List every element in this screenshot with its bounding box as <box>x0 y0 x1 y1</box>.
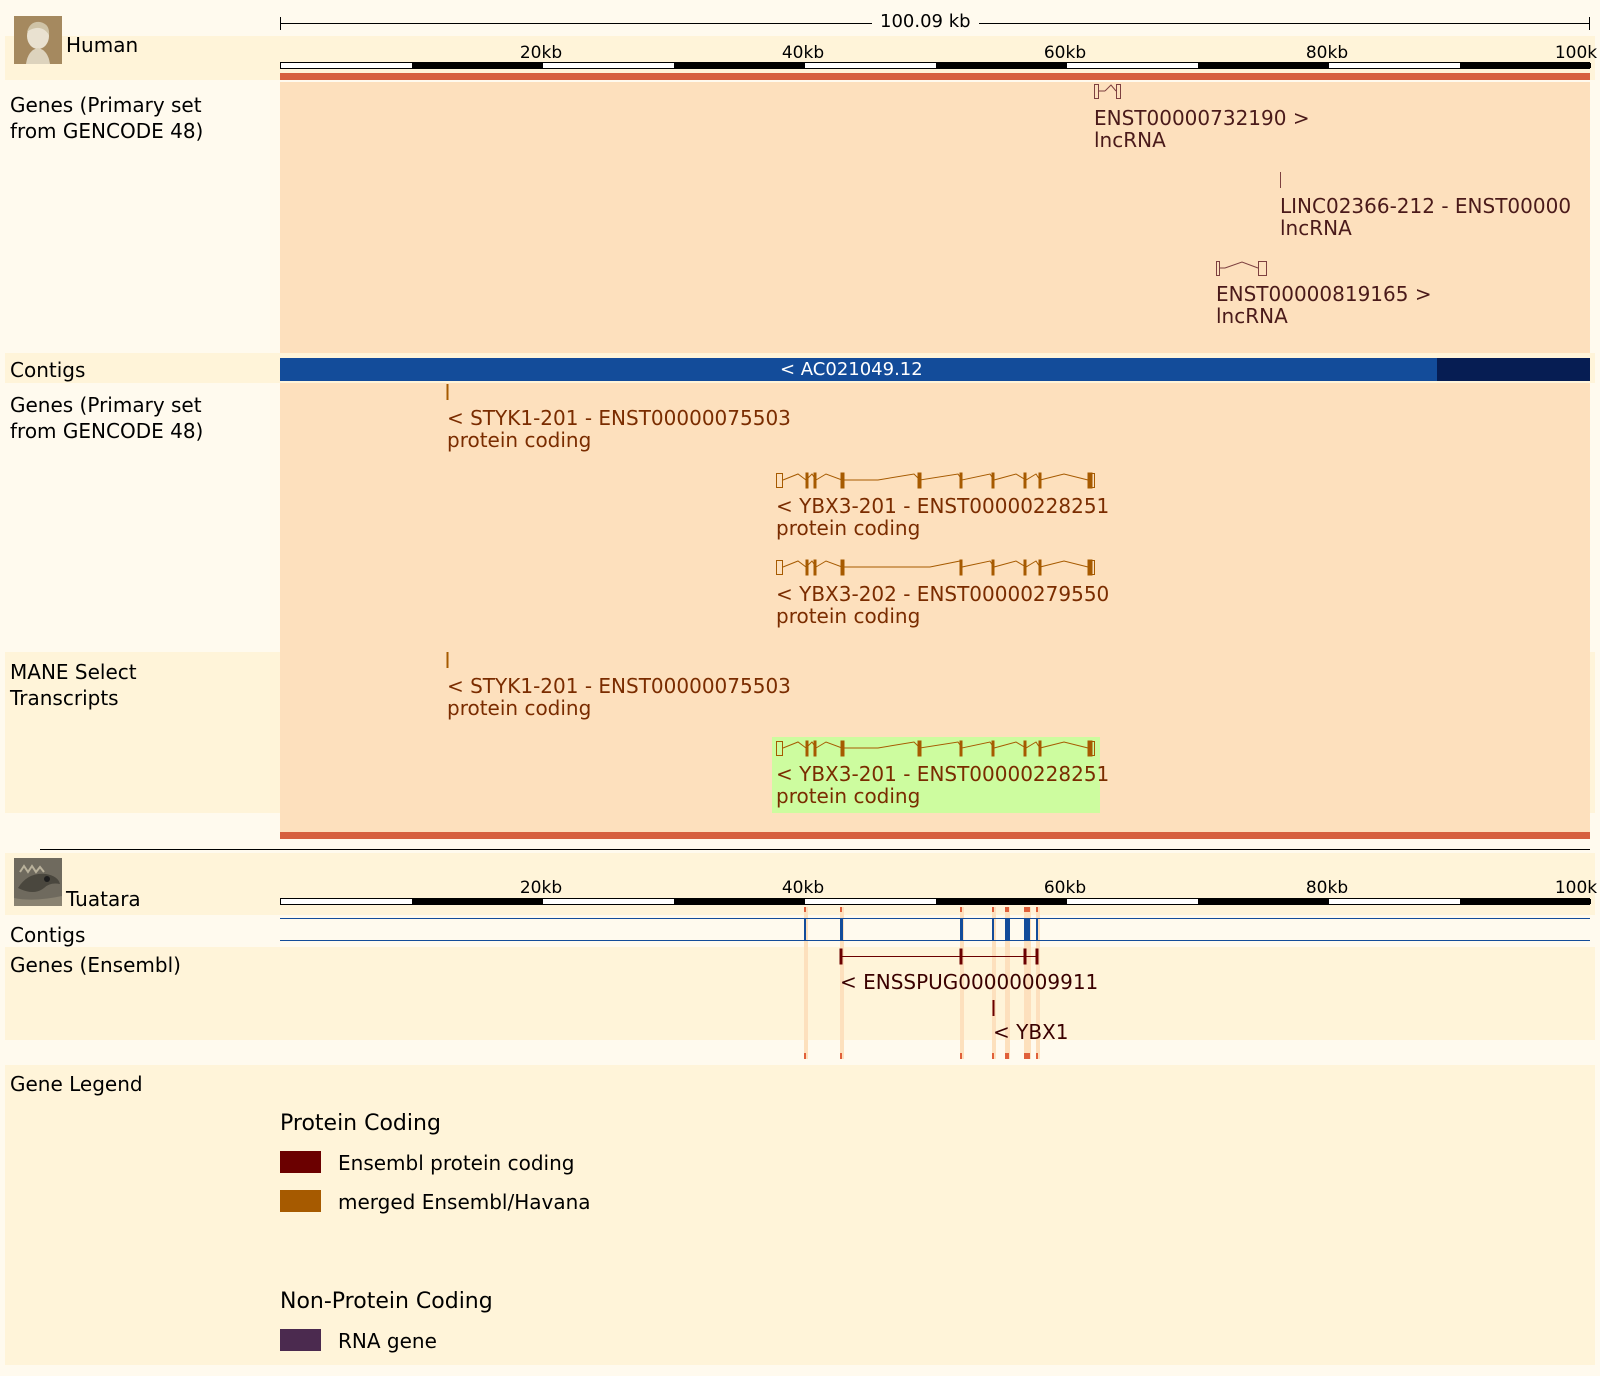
legend-swatch-merged <box>280 1190 321 1212</box>
legend-section-non-protein-coding: Non-Protein Coding <box>280 1289 493 1314</box>
legend-band <box>5 1065 1595 1365</box>
legend-label-rna: RNA gene <box>338 1329 437 1353</box>
legend-section-protein-coding: Protein Coding <box>280 1111 441 1136</box>
gene-label-ybx1[interactable]: < YBX1 <box>993 1021 1068 1043</box>
legend-label-merged: merged Ensembl/Havana <box>338 1190 591 1214</box>
alignment-ticks-top <box>804 907 1038 912</box>
contig-blocks <box>804 919 1038 940</box>
legend-label-ensembl: Ensembl protein coding <box>338 1151 575 1175</box>
gene-label-ensspug00000009911[interactable]: < ENSSPUG00000009911 <box>840 971 1098 993</box>
legend-title: Gene Legend <box>10 1072 143 1096</box>
alignment-ticks-bottom <box>804 1053 1038 1059</box>
legend-swatch-ensembl <box>280 1151 321 1173</box>
legend-swatch-rna <box>280 1329 321 1351</box>
